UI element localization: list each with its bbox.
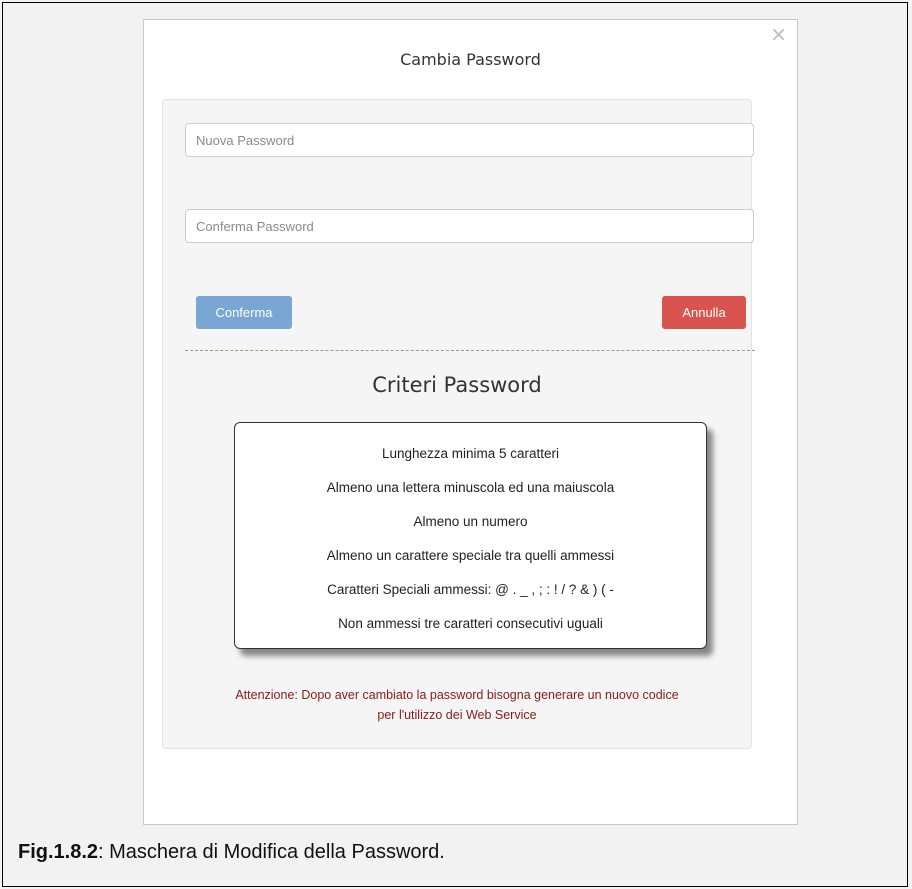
dashed-divider xyxy=(185,350,755,351)
confirm-button[interactable]: Conferma xyxy=(196,296,292,329)
change-password-modal: Cambia Password × Conferma Annulla Crite… xyxy=(143,19,798,825)
criteria-item: Almeno un carattere speciale tra quelli … xyxy=(326,548,615,563)
caption-label: Fig.1.8.2 xyxy=(18,841,99,863)
criteria-box: Lunghezza minima 5 caratteri Almeno una … xyxy=(234,422,707,649)
criteria-item: Non ammessi tre caratteri consecutivi ug… xyxy=(338,616,603,631)
criteria-item: Caratteri Speciali ammessi: @ . _ , ; : … xyxy=(327,582,614,597)
warning-line-1: Attenzione: Dopo aver cambiato la passwo… xyxy=(235,688,679,702)
figure-caption: Fig.1.8.2: Maschera di Modifica della Pa… xyxy=(18,841,445,864)
warning-message: Attenzione: Dopo aver cambiato la passwo… xyxy=(163,685,751,725)
modal-title: Cambia Password xyxy=(400,50,541,69)
criteria-item: Almeno una lettera minuscola ed una maiu… xyxy=(326,480,615,495)
criteria-item: Lunghezza minima 5 caratteri xyxy=(381,446,560,461)
form-panel: Conferma Annulla Criteri Password Lunghe… xyxy=(162,99,755,749)
criteria-item: Almeno un numero xyxy=(413,514,528,529)
document-frame: Cambia Password × Conferma Annulla Crite… xyxy=(2,2,908,887)
new-password-input[interactable] xyxy=(185,123,754,157)
warning-line-2: per l'utilizzo dei Web Service xyxy=(377,708,537,722)
cancel-button[interactable]: Annulla xyxy=(662,296,746,329)
close-icon[interactable]: × xyxy=(770,24,787,44)
confirm-password-input[interactable] xyxy=(185,209,754,243)
caption-text: : Maschera di Modifica della Password. xyxy=(98,841,445,863)
criteria-title: Criteri Password xyxy=(372,373,542,397)
